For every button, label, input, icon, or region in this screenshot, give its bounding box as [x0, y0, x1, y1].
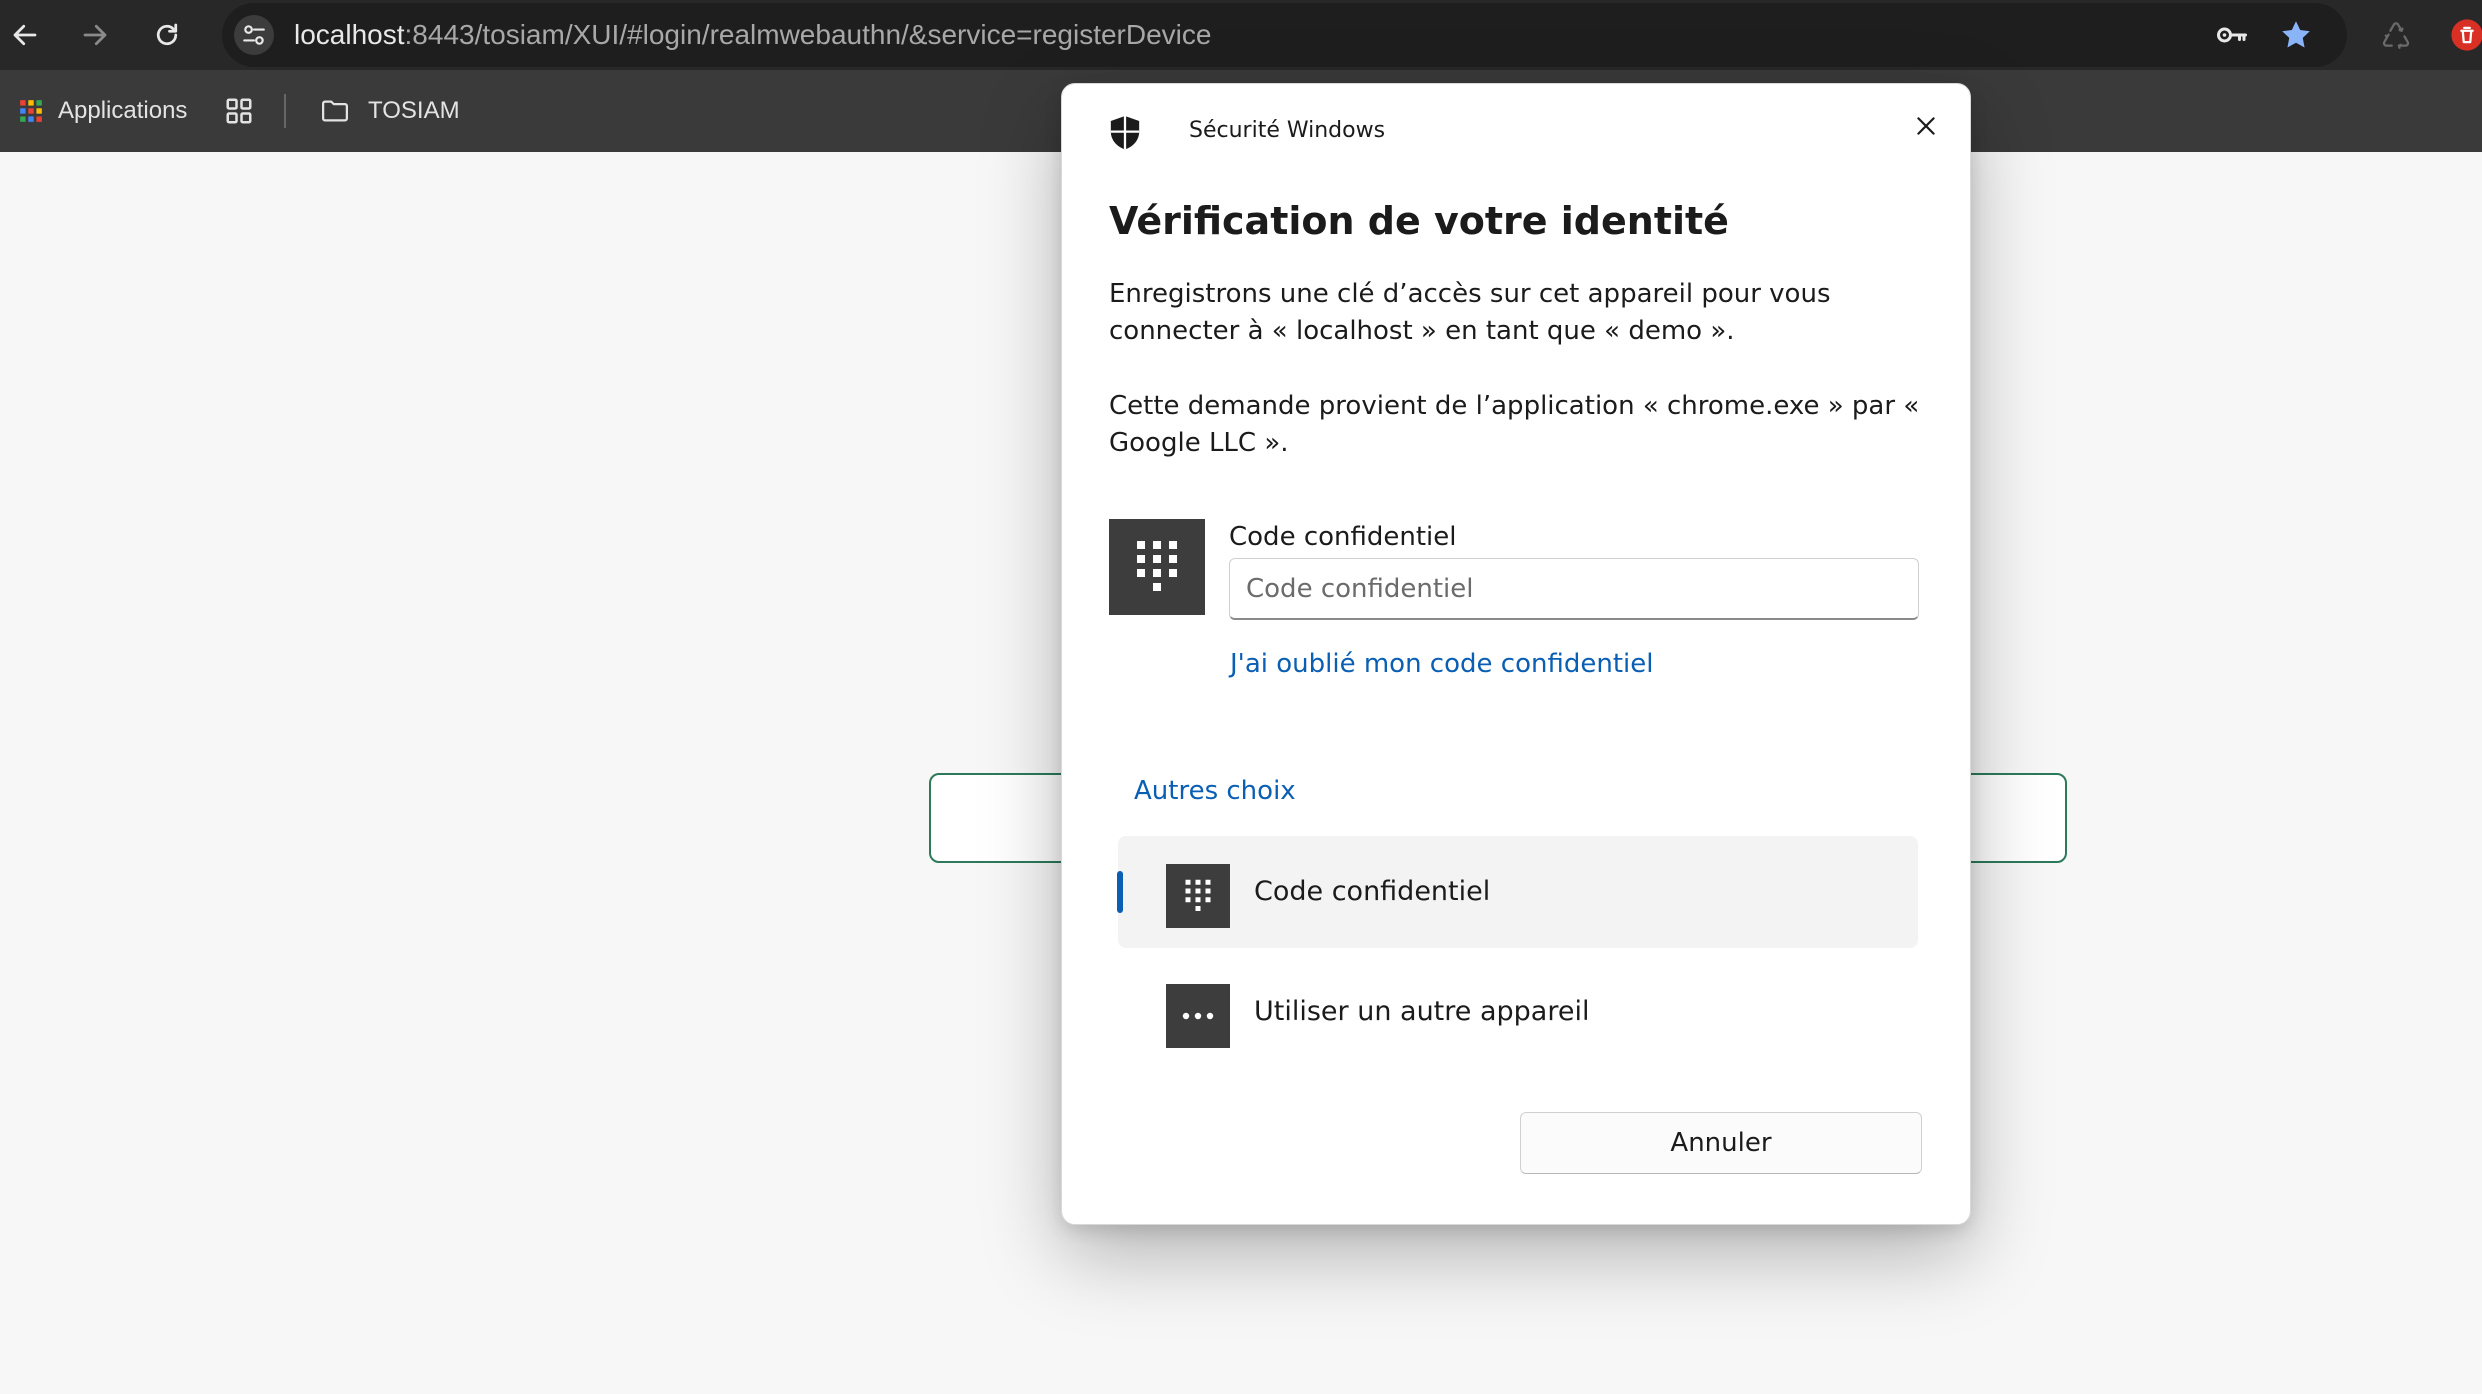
url-text[interactable]: localhost:8443/tosiam/XUI/#login/realmwe…	[294, 3, 1211, 67]
star-icon	[2282, 21, 2310, 48]
bookmark-folder-tosiam[interactable]: TOSIAM	[318, 88, 460, 134]
bookmark-applications[interactable]: Applications	[18, 88, 187, 134]
option-other-device-tile	[1166, 984, 1230, 1048]
pin-label: Code confidentiel	[1229, 522, 1457, 552]
pin-input[interactable]	[1229, 558, 1919, 620]
option-pin-label: Code confidentiel	[1254, 876, 1491, 907]
close-button[interactable]	[1900, 100, 1952, 152]
bookmarks-separator	[284, 94, 286, 128]
dialog-heading: Vérification de votre identité	[1109, 199, 1729, 243]
url-host: localhost	[294, 19, 405, 50]
arrow-left-icon	[13, 24, 37, 46]
windows-security-dialog: Sécurité Windows Vérification de votre i…	[1061, 83, 1971, 1225]
reload-icon	[156, 23, 178, 46]
option-other-device[interactable]: Utiliser un autre appareil	[1118, 956, 1918, 1068]
selection-indicator	[1117, 871, 1123, 913]
recycle-icon	[2382, 22, 2410, 49]
keypad-icon	[1137, 541, 1177, 591]
url-path: :8443/tosiam/XUI/#login/realmwebauthn/&s…	[404, 19, 1212, 50]
more-dots-icon	[1182, 1012, 1214, 1020]
option-pin[interactable]: Code confidentiel	[1118, 836, 1918, 948]
reload-button[interactable]	[144, 12, 190, 58]
bookmark-star-button[interactable]	[2276, 15, 2316, 55]
folder-icon	[322, 100, 348, 122]
tab-groups-icon	[226, 98, 252, 124]
bookmark-folder-label: TOSIAM	[368, 97, 460, 124]
key-icon	[2217, 27, 2247, 43]
pin-tile	[1109, 519, 1205, 615]
bookmark-applications-label: Applications	[58, 97, 188, 124]
forgot-pin-link[interactable]: J'ai oublié mon code confidentiel	[1230, 649, 1653, 679]
extension-red-button[interactable]	[2446, 14, 2482, 56]
other-choices-label: Autres choix	[1134, 776, 1296, 806]
shield-icon	[1110, 116, 1140, 150]
extension-button[interactable]	[2375, 14, 2417, 56]
close-icon	[1917, 117, 1935, 135]
bookmark-tab-groups[interactable]	[224, 88, 254, 134]
password-key-button[interactable]	[2212, 15, 2252, 55]
browser-toolbar: localhost:8443/tosiam/XUI/#login/realmwe…	[0, 0, 2482, 70]
trash-icon	[2451, 19, 2482, 51]
option-pin-tile	[1166, 864, 1230, 928]
forward-button[interactable]	[72, 12, 118, 58]
back-button[interactable]	[2, 12, 48, 58]
arrow-right-icon	[83, 24, 107, 46]
site-info-button[interactable]	[234, 15, 274, 55]
option-other-device-label: Utiliser un autre appareil	[1254, 996, 1590, 1027]
tune-icon	[243, 25, 265, 45]
dialog-request-source: Cette demande provient de l’application …	[1109, 391, 1920, 458]
dialog-description: Enregistrons une clé d’accès sur cet app…	[1109, 279, 1831, 346]
cancel-button[interactable]: Annuler	[1520, 1112, 1922, 1174]
keypad-icon	[1185, 879, 1211, 911]
dialog-app-title: Sécurité Windows	[1189, 118, 1386, 143]
apps-grid-icon	[20, 100, 42, 122]
address-bar[interactable]: localhost:8443/tosiam/XUI/#login/realmwe…	[222, 3, 2347, 67]
